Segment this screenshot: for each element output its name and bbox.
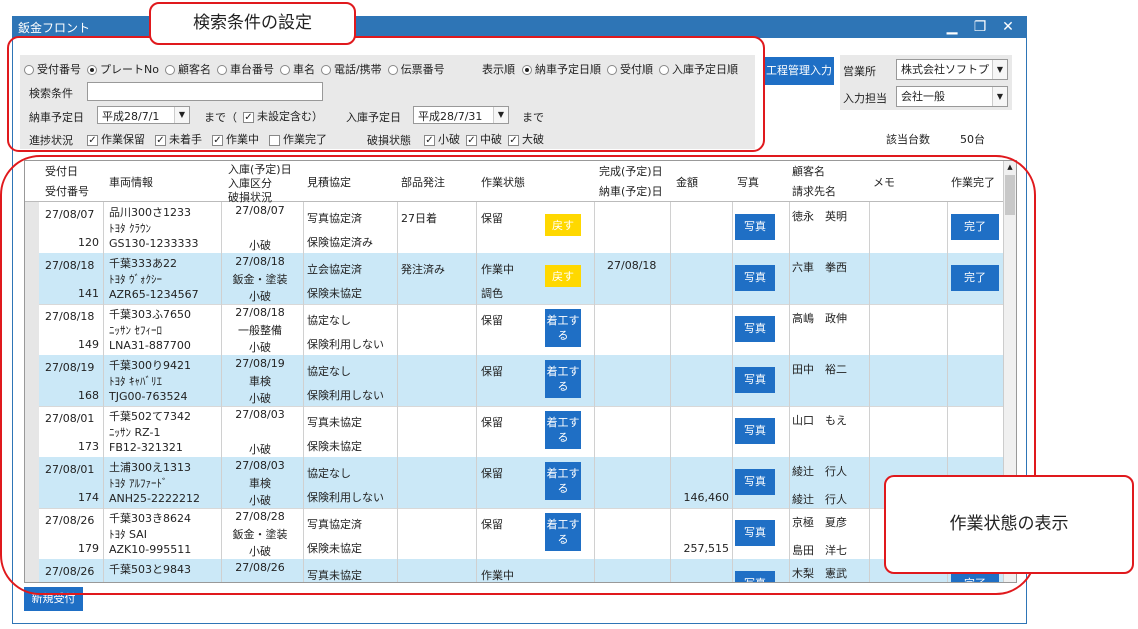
chevron-down-icon: ▼ xyxy=(992,87,1007,106)
office-select[interactable]: 株式会社ソフトプ ▼ xyxy=(896,59,1008,80)
status-highlight-frame xyxy=(0,155,1036,595)
count-label: 該当台数 xyxy=(886,133,930,146)
window-title: 鈑金フロント xyxy=(18,21,91,35)
close-icon[interactable]: ✕ xyxy=(995,17,1021,37)
process-input-button[interactable]: 工程管理入力 xyxy=(764,57,834,85)
office-label: 営業所 xyxy=(843,65,876,78)
restore-icon[interactable]: ❐ xyxy=(967,17,993,37)
search-callout: 検索条件の設定 xyxy=(149,2,356,45)
minimize-icon[interactable]: ▁ xyxy=(939,17,965,37)
count-value: 50台 xyxy=(960,133,985,146)
search-highlight-frame xyxy=(7,36,765,152)
chevron-down-icon: ▼ xyxy=(992,60,1007,79)
staff-value: 会社一般 xyxy=(901,90,945,103)
staff-select[interactable]: 会社一般 ▼ xyxy=(896,86,1008,107)
office-value: 株式会社ソフトプ xyxy=(901,63,989,76)
staff-label: 入力担当 xyxy=(843,92,887,105)
status-callout: 作業状態の表示 xyxy=(884,475,1134,574)
